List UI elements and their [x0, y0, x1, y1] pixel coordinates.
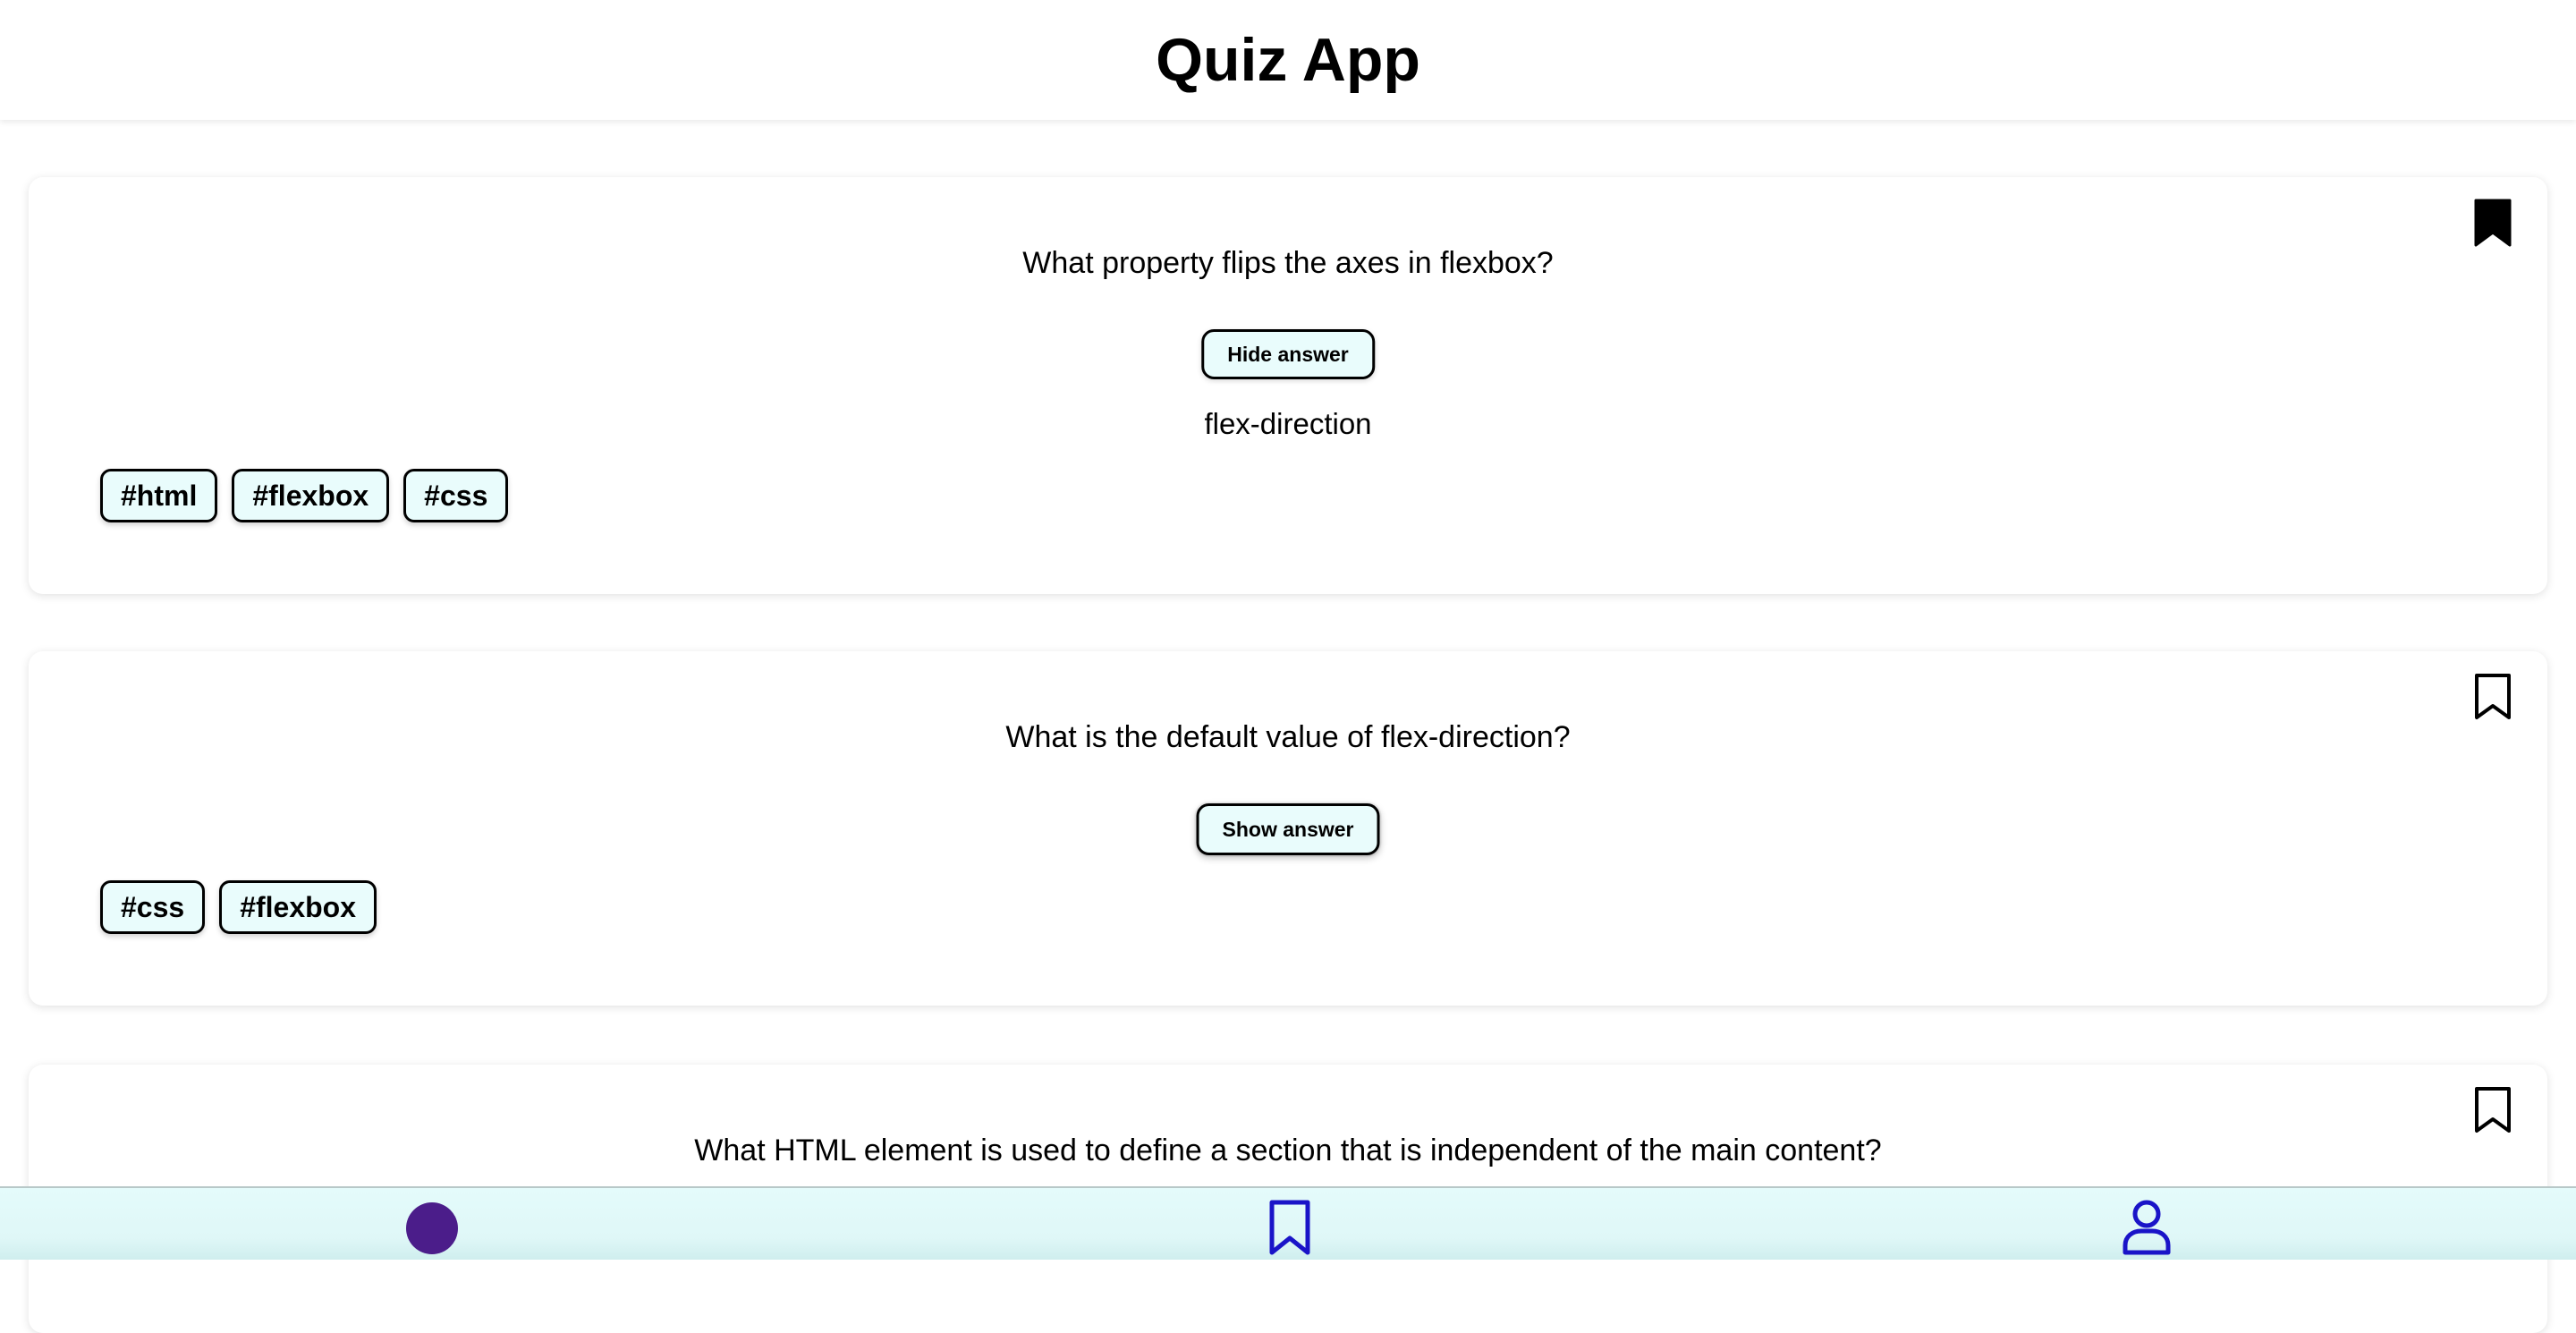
question-card: What property flips the axes in flexbox?…: [29, 177, 2547, 594]
tag: #css: [403, 469, 509, 522]
bookmark-outline-icon[interactable]: [2474, 673, 2512, 721]
tag: #css: [100, 880, 206, 934]
bottom-navigation: [0, 1186, 2576, 1260]
tag: #html: [100, 469, 218, 522]
question-text: What HTML element is used to define a se…: [694, 1133, 1882, 1167]
profile-icon: [2123, 1200, 2171, 1255]
answer-text: flex-direction: [1204, 407, 1372, 440]
question-text: What property flips the axes in flexbox?: [1022, 246, 1554, 280]
show-answer-button[interactable]: Show answer: [1196, 803, 1380, 855]
bookmark-filled-icon[interactable]: [2474, 199, 2512, 247]
question-card: What is the default value of flex-direct…: [29, 651, 2547, 1006]
bookmark-outline-icon[interactable]: [2474, 1086, 2512, 1134]
tag: #flexbox: [232, 469, 390, 522]
tag: #flexbox: [219, 880, 377, 934]
tag-list: #css #flexbox: [100, 880, 377, 934]
bookmark-icon: [1269, 1200, 1310, 1255]
question-text: What is the default value of flex-direct…: [1005, 720, 1571, 754]
app-header: Quiz App: [0, 0, 2576, 120]
nav-home-button[interactable]: [406, 1202, 458, 1254]
home-dot-icon: [406, 1202, 458, 1254]
hide-answer-button[interactable]: Hide answer: [1201, 329, 1375, 379]
nav-bookmarks-button[interactable]: [1268, 1199, 1311, 1256]
nav-profile-button[interactable]: [2122, 1199, 2172, 1256]
page-title: Quiz App: [1156, 26, 1420, 94]
tag-list: #html #flexbox #css: [100, 469, 509, 522]
